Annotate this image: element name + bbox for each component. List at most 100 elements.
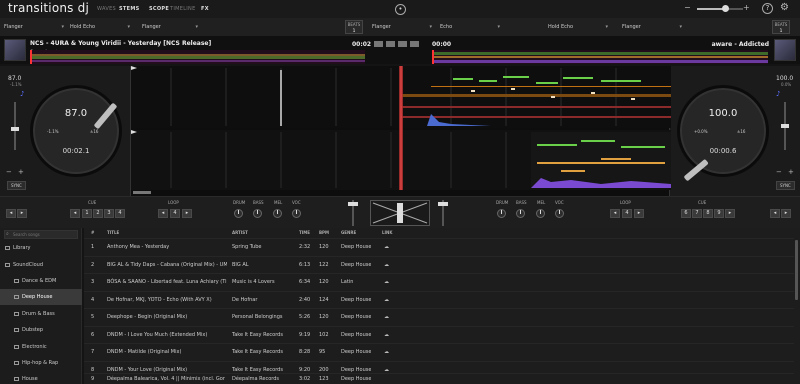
nav-timeline[interactable]: TIMELINE [170,6,196,12]
deck-b-cue-6[interactable]: 6 [681,209,691,218]
zoom-out-icon[interactable]: − [684,3,691,12]
crossfader[interactable] [370,200,430,226]
scope-waveform-display[interactable] [130,66,671,196]
sidebar-item-hiphop-rap[interactable]: Hip-hop & Rap [0,355,82,371]
table-row[interactable]: 5 Deephope - Begin (Original Mix) Personal… [84,308,794,326]
deck-a-cue-label: CUE [88,200,97,205]
table-scrollbar[interactable] [795,240,798,300]
deck-a-cue-2[interactable]: 2 [93,209,103,218]
deck-a-voc-knob[interactable] [292,209,301,218]
deck-a-stem-btn-2[interactable] [386,41,395,47]
deck-b-cue-7[interactable]: 7 [692,209,702,218]
deck-a-play-button[interactable]: ▸ [17,209,27,218]
column-time[interactable]: TIME [299,230,310,235]
deck-a-loop-prev[interactable]: ◂ [158,209,168,218]
table-row[interactable]: 6 DNDM - I Love You Much (Extended Mix) Ta… [84,325,794,344]
deck-b-loop-value[interactable]: 4 [622,209,632,218]
sidebar-item-electronic[interactable]: Electronic [0,339,82,355]
table-row[interactable]: 1 Anthony Mea - Yesterday Spring Tube 2:32 1… [84,238,794,256]
beats-selector-a[interactable]: BEATS 1 [345,20,363,34]
sidebar-item-library[interactable]: Library [0,240,82,256]
sidebar-item-house[interactable]: House [0,371,82,384]
nav-waves[interactable]: WAVES [97,6,116,12]
deck-a-loop-value[interactable]: 4 [170,209,180,218]
gear-icon[interactable]: ⚙ [780,2,789,13]
deck-a-stem-btn-1[interactable] [374,41,383,47]
column-genre[interactable]: GENRE [341,230,356,235]
deck-b-cue-9[interactable]: 9 [714,209,724,218]
column-bpm[interactable]: BPM [319,230,329,235]
deck-b-volume-handle[interactable] [438,202,448,206]
table-row[interactable]: 4 De Hofnar, MKJ, YOTO - Echo (With AVY X… [84,290,794,309]
search-input[interactable]: Search songs [4,230,78,239]
nav-scope[interactable]: SCOPE [149,6,169,12]
zoom-in-icon[interactable]: + [743,3,750,12]
fx-slot-a3[interactable]: Flanger ▾ [138,21,198,33]
record-icon[interactable]: • [395,4,406,15]
fx-slot-a1[interactable]: Flanger ▾ [4,21,64,33]
deck-a-jog-wheel[interactable]: 87.0 -1.1% ±16 00:02.1 [30,85,122,177]
deck-a-cue-3[interactable]: 3 [104,209,114,218]
column-artist[interactable]: ARTIST [232,230,248,235]
zoom-slider-handle[interactable] [722,5,729,12]
deck-a-mel-knob[interactable] [273,209,282,218]
deck-a-pitch-plus[interactable]: + [18,168,24,176]
playlist-icon [14,344,19,349]
help-icon[interactable]: ? [762,3,773,14]
deck-a-overview-waveform[interactable] [30,50,365,64]
deck-b-drum-knob[interactable] [497,209,506,218]
column-number[interactable]: # [91,230,94,235]
deck-a-prev-button[interactable]: ◂ [6,209,16,218]
deck-a-pitch-minus[interactable]: − [6,168,12,176]
deck-b-sync-button[interactable]: SYNC [776,181,795,190]
deck-b-overview-waveform[interactable] [432,50,768,64]
deck-b-bass-knob[interactable] [516,209,525,218]
deck-a-sync-button[interactable]: SYNC [7,181,26,190]
deck-a-cue-4[interactable]: 4 [115,209,125,218]
deck-a-stem-btn-3[interactable] [398,41,407,47]
sidebar-item-dubstep[interactable]: Dubstep [0,322,82,338]
playlist-icon [14,294,19,299]
nav-fx[interactable]: FX [201,6,209,12]
table-row[interactable]: 9 Déepalma Balearica, Vol. 4 || Minimix (… [84,373,794,384]
fx-slot-b4[interactable]: Flanger ▾ [622,21,682,33]
deck-b-pitch-minus[interactable]: − [776,168,782,176]
deck-a-pitch-slider-handle[interactable] [11,127,19,131]
deck-b-mel-knob[interactable] [536,209,545,218]
table-row[interactable]: 2 BIG AL & Tidy Daps - Cabana (Original M… [84,255,794,274]
deck-b-jog-wheel[interactable]: 100.0 +0.0% ±16 00:00.6 [677,85,769,182]
deck-b-track-title: aware - Addicted [711,41,769,48]
nav-stems[interactable]: STEMS [119,6,140,12]
deck-b-loop-prev[interactable]: ◂ [610,209,620,218]
deck-b-play-button[interactable]: ▸ [781,209,791,218]
deck-a-loop-next[interactable]: ▸ [182,209,192,218]
deck-b-pitch-plus[interactable]: + [788,168,794,176]
fx-slot-a2[interactable]: Hold Echo ▾ [70,21,130,33]
table-row[interactable]: 3 BÓSA & SAANO - Libertad feat. Luna Achi… [84,273,794,291]
fx-slot-b3[interactable]: Hold Echo ▾ [548,21,608,33]
deck-a-stem-btn-4[interactable] [410,41,419,47]
deck-b-mel-label: MEL [537,200,546,205]
column-title[interactable]: TITLE [107,230,119,235]
deck-b-pitch-slider-handle[interactable] [781,124,789,128]
deck-a-drum-knob[interactable] [234,209,243,218]
deck-a-bass-knob[interactable] [253,209,262,218]
fx-slot-b1[interactable]: Flanger ▾ [372,21,432,33]
sidebar-item-soundcloud[interactable]: SoundCloud [0,257,82,273]
deck-b-prev-button[interactable]: ◂ [770,209,780,218]
deck-a-pitch-slider[interactable] [14,102,16,150]
sidebar-item-drum-bass[interactable]: Drum & Bass [0,306,82,322]
deck-a-cue-1[interactable]: 1 [82,209,92,218]
deck-b-voc-knob[interactable] [555,209,564,218]
fx-slot-b2[interactable]: Echo ▾ [440,21,500,33]
beats-selector-b[interactable]: BEATS 1 [772,20,790,34]
table-row[interactable]: 7 DNDM - Matilde (Original Mix) Take It Ea… [84,343,794,361]
deck-b-cue-8[interactable]: 8 [703,209,713,218]
deck-b-loop-next[interactable]: ▸ [634,209,644,218]
deck-a-volume-handle[interactable] [348,202,358,206]
sidebar-item-dance-edm[interactable]: Dance & EDM [0,273,82,289]
deck-b-cue-next[interactable]: ▸ [725,209,735,218]
column-link[interactable]: LINK [382,230,392,235]
deck-a-cue-prev[interactable]: ◂ [70,209,80,218]
sidebar-item-deep-house[interactable]: Deep House [0,289,82,305]
